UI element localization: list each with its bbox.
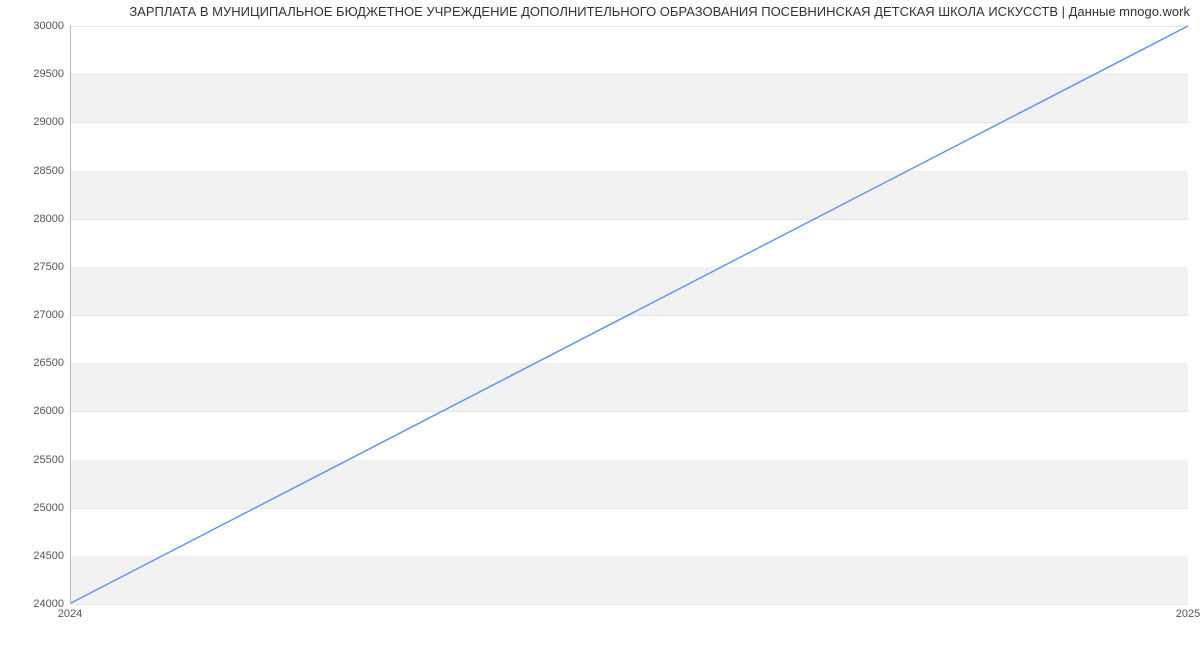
y-tick-label: 27000	[8, 309, 64, 321]
salary-line-chart: ЗАРПЛАТА В МУНИЦИПАЛЬНОЕ БЮДЖЕТНОЕ УЧРЕЖ…	[0, 0, 1200, 650]
y-tick-label: 26500	[8, 357, 64, 369]
y-tick-label: 24500	[8, 550, 64, 562]
chart-title: ЗАРПЛАТА В МУНИЦИПАЛЬНОЕ БЮДЖЕТНОЕ УЧРЕЖ…	[10, 4, 1190, 19]
x-tick-label: 2024	[58, 608, 82, 620]
series-line	[71, 26, 1188, 603]
y-tick-label: 29500	[8, 68, 64, 80]
y-tick-label: 25000	[8, 502, 64, 514]
x-tick-label: 2025	[1176, 608, 1200, 620]
y-tick-label: 30000	[8, 20, 64, 32]
y-tick-label: 28000	[8, 213, 64, 225]
y-tick-label: 27500	[8, 261, 64, 273]
y-tick-label: 29000	[8, 116, 64, 128]
y-tick-label: 24000	[8, 598, 64, 610]
plot-area	[70, 26, 1188, 604]
gridline	[71, 604, 1188, 605]
y-tick-label: 25500	[8, 454, 64, 466]
y-tick-label: 28500	[8, 165, 64, 177]
y-tick-label: 26000	[8, 405, 64, 417]
line-series-layer	[71, 26, 1188, 603]
